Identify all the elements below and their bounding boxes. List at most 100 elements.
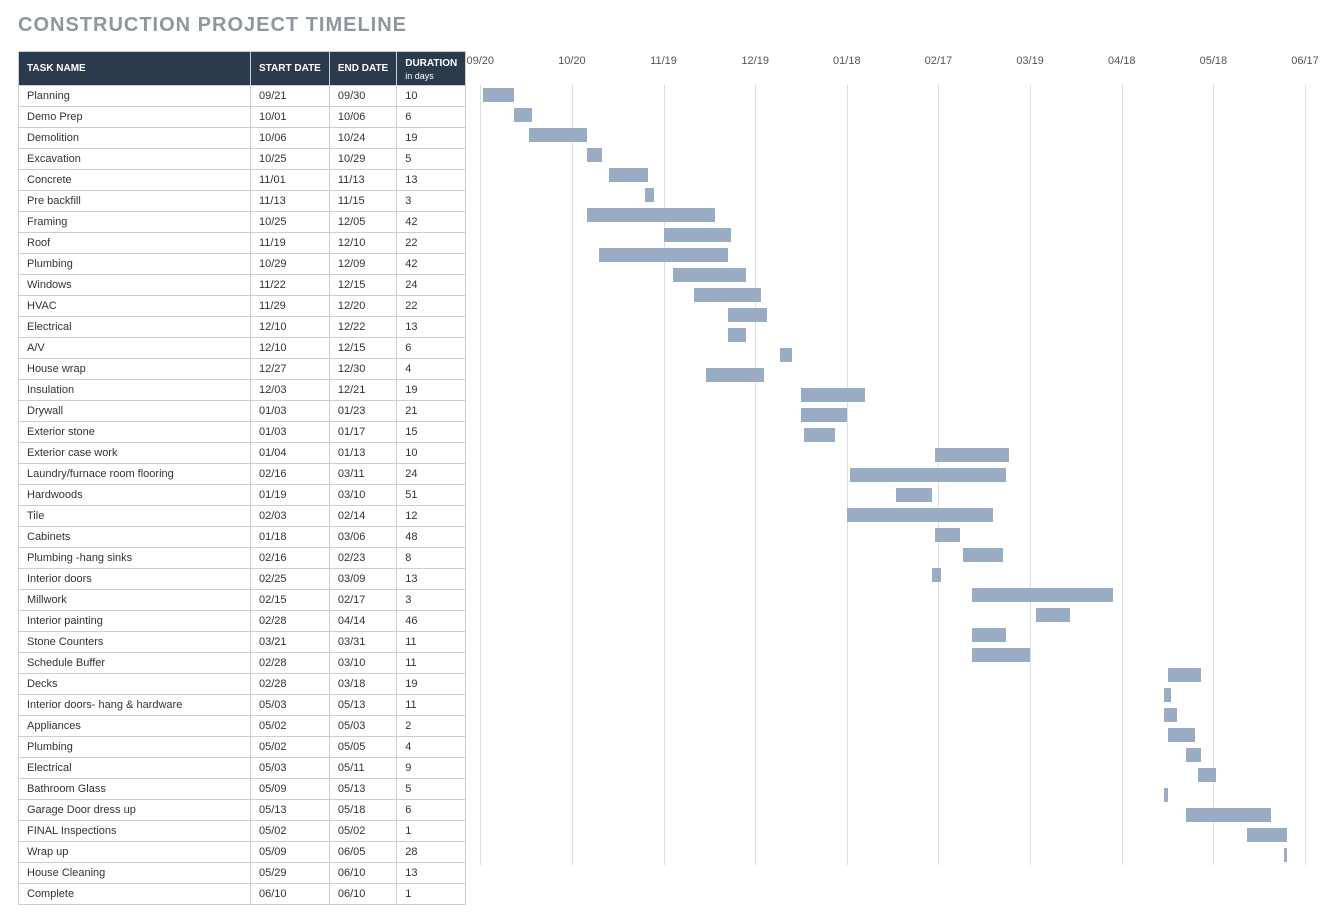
gantt-bar bbox=[847, 508, 994, 522]
gantt-row bbox=[480, 625, 1305, 645]
cell-task-name: Tile bbox=[19, 506, 251, 527]
cell-duration: 11 bbox=[397, 695, 466, 716]
gantt-row bbox=[480, 105, 1305, 125]
cell-task-name: Complete bbox=[19, 884, 251, 905]
cell-start-date: 01/03 bbox=[251, 401, 330, 422]
task-row: Demolition10/0610/2419 bbox=[19, 128, 466, 149]
cell-task-name: Electrical bbox=[19, 758, 251, 779]
cell-start-date: 10/06 bbox=[251, 128, 330, 149]
gantt-row bbox=[480, 265, 1305, 285]
gantt-row bbox=[480, 125, 1305, 145]
gantt-bar bbox=[664, 228, 731, 242]
cell-start-date: 11/22 bbox=[251, 275, 330, 296]
gantt-bar bbox=[804, 428, 835, 442]
timeline-tick-label: 06/17 bbox=[1291, 55, 1319, 67]
cell-duration: 3 bbox=[397, 191, 466, 212]
gantt-bar bbox=[972, 588, 1113, 602]
cell-task-name: Garage Door dress up bbox=[19, 800, 251, 821]
task-row: Schedule Buffer02/2803/1011 bbox=[19, 653, 466, 674]
col-header-end-date: END DATE bbox=[329, 52, 396, 86]
cell-task-name: Decks bbox=[19, 674, 251, 695]
gantt-row bbox=[480, 385, 1305, 405]
cell-task-name: Demo Prep bbox=[19, 107, 251, 128]
cell-end-date: 02/17 bbox=[329, 590, 396, 611]
cell-duration: 15 bbox=[397, 422, 466, 443]
cell-start-date: 01/04 bbox=[251, 443, 330, 464]
gantt-row bbox=[480, 705, 1305, 725]
cell-duration: 6 bbox=[397, 338, 466, 359]
cell-task-name: A/V bbox=[19, 338, 251, 359]
task-row: Drywall01/0301/2321 bbox=[19, 401, 466, 422]
cell-start-date: 02/28 bbox=[251, 611, 330, 632]
cell-end-date: 04/14 bbox=[329, 611, 396, 632]
gantt-bar bbox=[529, 128, 587, 142]
task-table-header-row: TASK NAME START DATE END DATE DURATION i… bbox=[19, 52, 466, 86]
cell-duration: 3 bbox=[397, 590, 466, 611]
cell-duration: 12 bbox=[397, 506, 466, 527]
cell-duration: 24 bbox=[397, 464, 466, 485]
cell-end-date: 05/02 bbox=[329, 821, 396, 842]
cell-duration: 5 bbox=[397, 779, 466, 800]
cell-start-date: 05/03 bbox=[251, 758, 330, 779]
gantt-bar bbox=[1186, 748, 1201, 762]
gantt-row bbox=[480, 645, 1305, 665]
cell-duration: 10 bbox=[397, 86, 466, 107]
gantt-row bbox=[480, 85, 1305, 105]
cell-task-name: HVAC bbox=[19, 296, 251, 317]
gantt-bar bbox=[514, 108, 532, 122]
cell-start-date: 02/25 bbox=[251, 569, 330, 590]
task-row: Windows11/2212/1524 bbox=[19, 275, 466, 296]
gantt-row bbox=[480, 485, 1305, 505]
cell-start-date: 02/16 bbox=[251, 464, 330, 485]
task-row: Bathroom Glass05/0905/135 bbox=[19, 779, 466, 800]
gantt-row bbox=[480, 805, 1305, 825]
gantt-bar bbox=[801, 408, 847, 422]
gantt-row bbox=[480, 785, 1305, 805]
cell-duration: 1 bbox=[397, 821, 466, 842]
task-row: Interior doors02/2503/0913 bbox=[19, 569, 466, 590]
cell-task-name: Plumbing bbox=[19, 254, 251, 275]
cell-task-name: Excavation bbox=[19, 149, 251, 170]
cell-start-date: 05/02 bbox=[251, 737, 330, 758]
cell-duration: 46 bbox=[397, 611, 466, 632]
task-row: Plumbing -hang sinks02/1602/238 bbox=[19, 548, 466, 569]
task-row: Interior painting02/2804/1446 bbox=[19, 611, 466, 632]
gantt-bar bbox=[972, 648, 1030, 662]
cell-end-date: 03/09 bbox=[329, 569, 396, 590]
cell-start-date: 02/28 bbox=[251, 653, 330, 674]
cell-task-name: Pre backfill bbox=[19, 191, 251, 212]
cell-duration: 19 bbox=[397, 674, 466, 695]
cell-task-name: Framing bbox=[19, 212, 251, 233]
task-row: Tile02/0302/1412 bbox=[19, 506, 466, 527]
gantt-row bbox=[480, 325, 1305, 345]
cell-task-name: Schedule Buffer bbox=[19, 653, 251, 674]
cell-end-date: 12/15 bbox=[329, 338, 396, 359]
cell-task-name: Cabinets bbox=[19, 527, 251, 548]
cell-start-date: 06/10 bbox=[251, 884, 330, 905]
task-row: Stone Counters03/2103/3111 bbox=[19, 632, 466, 653]
col-header-task-name: TASK NAME bbox=[19, 52, 251, 86]
timeline-tick-label: 05/18 bbox=[1200, 55, 1228, 67]
cell-end-date: 10/29 bbox=[329, 149, 396, 170]
cell-start-date: 11/19 bbox=[251, 233, 330, 254]
cell-start-date: 02/03 bbox=[251, 506, 330, 527]
cell-end-date: 03/10 bbox=[329, 485, 396, 506]
cell-task-name: Exterior case work bbox=[19, 443, 251, 464]
cell-start-date: 05/03 bbox=[251, 695, 330, 716]
timeline-tick-label: 12/19 bbox=[741, 55, 769, 67]
cell-task-name: Electrical bbox=[19, 317, 251, 338]
cell-task-name: Stone Counters bbox=[19, 632, 251, 653]
task-row: House Cleaning05/2906/1013 bbox=[19, 863, 466, 884]
task-row: Insulation12/0312/2119 bbox=[19, 380, 466, 401]
task-row: Roof11/1912/1022 bbox=[19, 233, 466, 254]
cell-end-date: 01/23 bbox=[329, 401, 396, 422]
cell-duration: 11 bbox=[397, 653, 466, 674]
gantt-bar bbox=[1164, 788, 1167, 802]
cell-end-date: 02/23 bbox=[329, 548, 396, 569]
gantt-row bbox=[480, 205, 1305, 225]
gantt-bar bbox=[801, 388, 865, 402]
gantt-bar bbox=[587, 208, 715, 222]
gantt-bar bbox=[1168, 728, 1195, 742]
cell-duration: 11 bbox=[397, 632, 466, 653]
cell-duration: 48 bbox=[397, 527, 466, 548]
